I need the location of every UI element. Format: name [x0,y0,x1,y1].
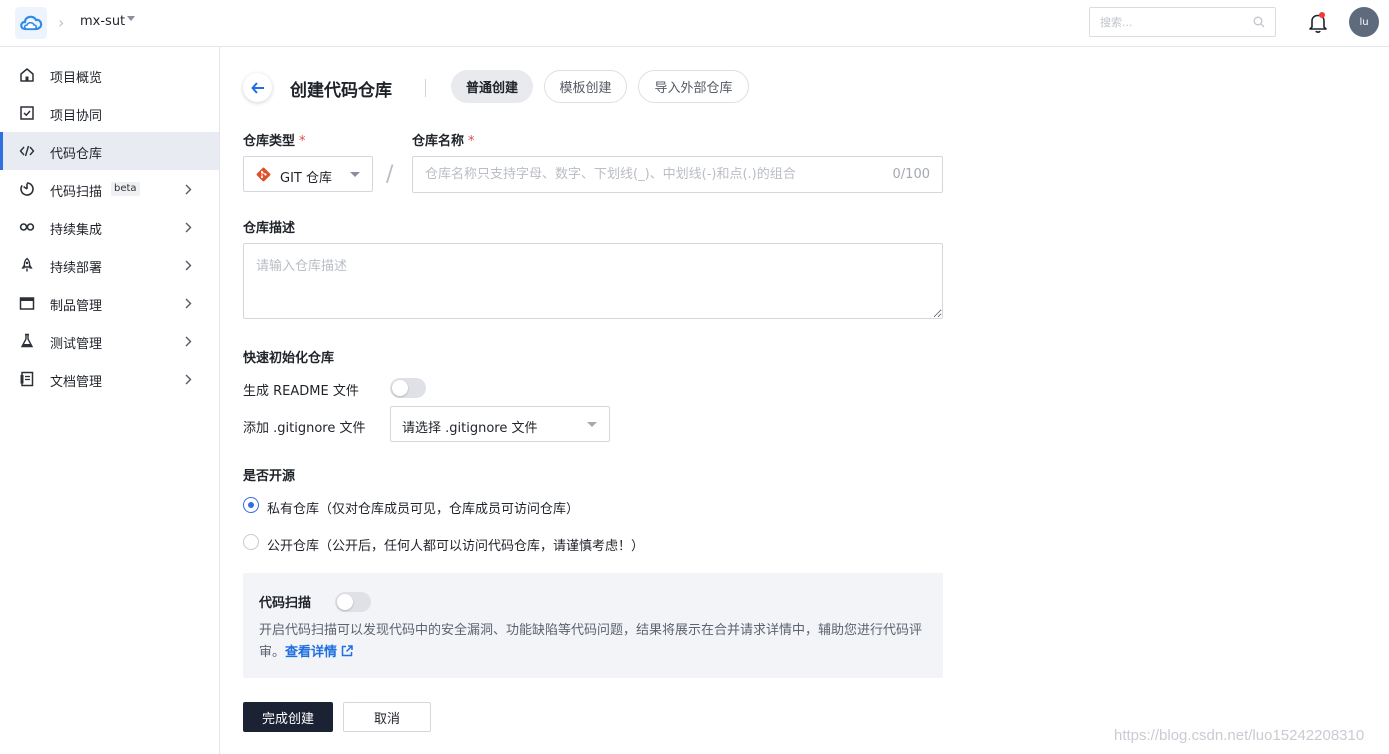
top-bar: › mx-sut lu [0,0,1389,47]
caret-down-icon [350,172,360,177]
repo-name-label: 仓库名称 * [412,134,475,149]
search-icon[interactable] [1253,16,1265,28]
home-icon [20,68,34,82]
cloud-logo-icon[interactable] [15,7,47,39]
private-radio[interactable] [243,497,259,513]
document-icon [20,371,34,387]
tab-import-repo[interactable]: 导入外部仓库 [638,70,749,103]
sidebar-item-overview[interactable]: 项目概览 [0,56,219,94]
repo-type-select[interactable]: GIT 仓库 [243,156,373,192]
page-title: 创建代码仓库 [290,81,392,101]
external-link-icon[interactable] [341,645,353,657]
sidebar-item-label: 项目协同 [50,109,103,124]
public-radio[interactable] [243,534,259,550]
chevron-right-icon [185,222,192,233]
chevron-right-icon [185,184,192,195]
arrow-left-icon [251,81,264,94]
search-input[interactable] [1090,8,1240,36]
project-switcher[interactable]: mx-sut [80,14,125,29]
gitignore-select[interactable]: 请选择 .gitignore 文件 [390,406,610,442]
required-mark: * [299,134,306,149]
beta-badge: beta [111,182,140,196]
gitignore-label: 添加 .gitignore 文件 [243,421,366,436]
tab-normal-create[interactable]: 普通创建 [451,70,533,103]
sidebar-item-label: 持续集成 [50,223,103,238]
toggle-knob [392,380,408,396]
chevron-right-icon [185,298,192,309]
title-divider [425,79,426,97]
box-icon [19,297,35,310]
code-scan-title: 代码扫描 [259,596,312,611]
toggle-knob [337,594,353,610]
sidebar: 项目概览 项目协同 代码仓库 代码扫描 beta 持续集成 持续部署 制品管理 … [0,47,220,754]
cancel-button[interactable]: 取消 [343,702,431,732]
private-option-label[interactable]: 私有仓库（仅对仓库成员可见，仓库成员可访问仓库） [267,498,579,517]
view-details-link[interactable]: 查看详情 [285,645,353,660]
repo-desc-textarea[interactable] [243,243,943,319]
search-box[interactable] [1089,7,1276,37]
sidebar-item-label: 代码扫描 [50,185,103,200]
code-scan-panel: 代码扫描 开启代码扫描可以发现代码中的安全漏洞、功能缺陷等代码问题，结果将展示在… [243,573,943,678]
sidebar-item-collaboration[interactable]: 项目协同 [0,94,219,132]
chevron-right-icon [185,260,192,271]
watermark: https://blog.csdn.net/luo15242208310 [1114,727,1365,744]
back-button[interactable] [243,73,272,102]
path-separator: / [386,162,394,187]
repo-type-value: GIT 仓库 [280,171,332,186]
sidebar-item-label: 制品管理 [50,299,103,314]
sidebar-item-label: 测试管理 [50,337,103,352]
checkbox-icon [20,106,34,120]
notification-dot [1319,12,1325,18]
readme-label: 生成 README 文件 [243,384,359,399]
sidebar-item-code-scan[interactable]: 代码扫描 beta [0,170,219,208]
bell-icon[interactable] [1308,12,1328,34]
code-scan-description: 开启代码扫描可以发现代码中的安全漏洞、功能缺陷等代码问题，结果将展示在合并请求详… [259,623,923,660]
sidebar-item-label: 项目概览 [50,71,103,86]
chevron-right-icon [185,374,192,385]
sidebar-item-cd[interactable]: 持续部署 [0,246,219,284]
sidebar-item-label: 持续部署 [50,261,103,276]
caret-down-icon [587,422,597,427]
required-mark: * [468,134,475,149]
public-option-label[interactable]: 公开仓库（公开后，任何人都可以访问代码仓库，请谨慎考虑！） [267,535,644,554]
sidebar-item-label: 代码仓库 [50,147,103,162]
avatar[interactable]: lu [1349,7,1379,37]
sidebar-item-code-repo[interactable]: 代码仓库 [0,132,219,170]
sidebar-item-docs[interactable]: 文档管理 [0,360,219,398]
readme-toggle[interactable] [390,378,426,398]
sidebar-item-ci[interactable]: 持续集成 [0,208,219,246]
code-scan-toggle[interactable] [335,592,371,612]
rocket-icon [21,257,33,272]
scan-icon [20,182,34,196]
repo-desc-label: 仓库描述 [243,221,296,236]
chevron-right-icon [185,336,192,347]
repo-name-input[interactable] [413,157,873,192]
code-icon [19,145,35,157]
breadcrumb-separator-icon: › [58,13,65,32]
repo-type-label: 仓库类型 * [243,134,306,149]
tab-template-create[interactable]: 模板创建 [544,70,627,103]
char-counter: 0/100 [892,167,930,182]
caret-down-icon[interactable] [127,16,135,21]
sidebar-item-artifacts[interactable]: 制品管理 [0,284,219,322]
submit-button[interactable]: 完成创建 [243,702,333,732]
git-icon [256,167,271,182]
infinity-icon [19,223,35,231]
sidebar-item-label: 文档管理 [50,375,103,390]
quick-init-label: 快速初始化仓库 [243,351,335,366]
repo-name-field[interactable]: 0/100 [412,156,943,193]
sidebar-item-testing[interactable]: 测试管理 [0,322,219,360]
open-source-label: 是否开源 [243,469,296,484]
gitignore-value: 请选择 .gitignore 文件 [402,421,538,436]
flask-icon [20,333,34,348]
